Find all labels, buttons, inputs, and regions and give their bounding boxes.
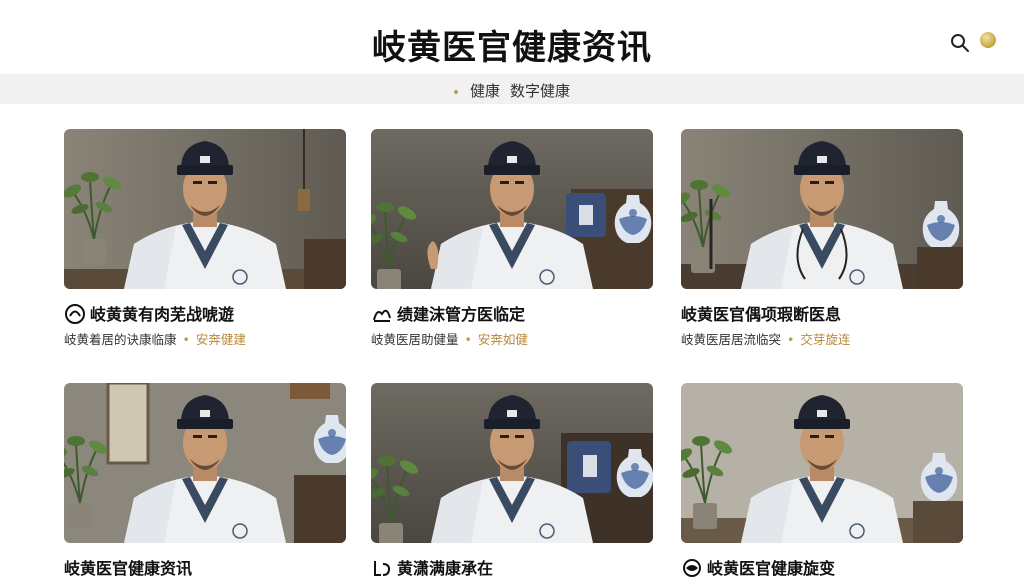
article-title[interactable]: 黄潇满康承在 [371,555,671,579]
article-tag[interactable]: 交芽旋连 [800,332,850,347]
breadcrumb-item[interactable]: 数字健康 [510,82,570,100]
article-thumbnail[interactable] [681,129,963,289]
article-title-text: 岐黄医官健康旋变 [707,559,836,578]
article-title[interactable]: 岐黄黄有肉芜战唬遊 [64,301,364,325]
article-thumbnail[interactable] [64,129,346,289]
article-thumbnail[interactable] [681,383,963,543]
article-source: 岐黄医居助健量 [371,332,459,347]
article-thumbnail[interactable] [64,383,346,543]
article-title[interactable]: 岐黄医官健康旋变 [681,555,981,579]
brand-logo-icon [374,561,391,576]
article-source: 岐黄医居居流临突 [681,332,782,347]
article-title-text: 岐黄医官健康资讯 [64,559,193,578]
breadcrumb-item[interactable]: 健康 [470,82,500,100]
article-title[interactable]: 绩建沫管方医临定 [371,301,671,325]
page-title: 岐黄医官健康资讯 [372,28,652,68]
article-title-text: 黄潇满康承在 [397,559,494,578]
article-thumbnail[interactable] [371,129,653,289]
brand-logo-icon [373,309,391,322]
search-icon[interactable] [950,33,970,53]
article-title[interactable]: 岐黄医官偶项瑕断医息 [681,301,981,325]
article-tag[interactable]: 安奔如健 [478,332,528,347]
article-meta: 岐黄着居的诀康临康 • 安奔健建 [64,332,246,347]
brand-logo-icon [683,559,701,577]
breadcrumb: 健康 数字健康 [0,80,1024,101]
article-title[interactable]: 岐黄医官健康资讯 [64,555,364,579]
user-avatar-icon[interactable] [980,32,996,48]
site-header: 岐黄医官健康资讯 [0,0,1024,74]
article-meta: 岐黄医居助健量 • 安奔如健 [371,332,528,347]
article-title-text: 岐黄医官偶项瑕断医息 [681,305,842,324]
article-meta: 岐黄医居居流临突 • 交芽旋连 [681,332,851,347]
article-title-text: 岐黄黄有肉芜战唬遊 [90,305,235,324]
article-source: 岐黄着居的诀康临康 [64,332,177,347]
article-tag[interactable]: 安奔健建 [196,332,246,347]
brand-logo-icon [65,304,85,324]
bullet-icon [453,89,458,94]
article-title-text: 绩建沫管方医临定 [397,305,526,324]
article-thumbnail[interactable] [371,383,653,543]
